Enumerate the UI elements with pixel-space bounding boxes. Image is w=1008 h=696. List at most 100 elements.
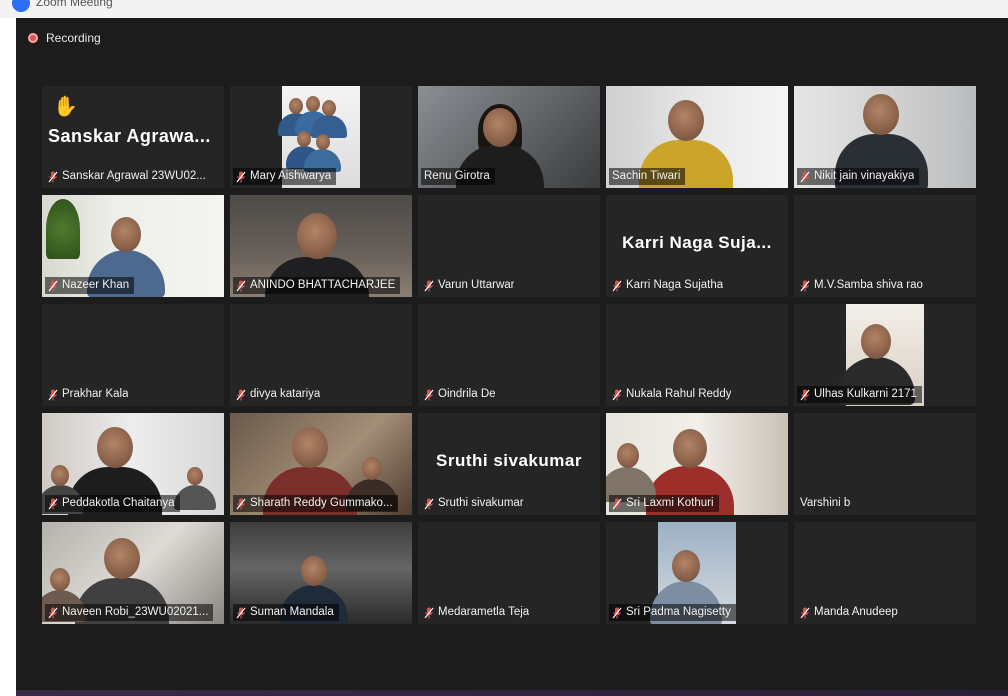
participant-name-label: Naveen Robi_23WU02021...: [45, 604, 214, 621]
participant-name-label: Oindrila De: [421, 386, 501, 403]
participant-name: M.V.Samba shiva rao: [814, 279, 923, 291]
participant-tile-mary-aishwarya[interactable]: Mary Aishwarya: [230, 86, 412, 188]
recording-label: Recording: [46, 31, 101, 45]
participant-tile-ulhas-kulkarni-2171[interactable]: Ulhas Kulkarni 2171: [794, 304, 976, 406]
mic-muted-icon: [612, 389, 622, 401]
participant-name: Nukala Rahul Reddy: [626, 388, 732, 400]
participant-name-label: Nukala Rahul Reddy: [609, 386, 736, 403]
mic-muted-icon: [612, 498, 622, 510]
participant-name-label: Ulhas Kulkarni 2171: [797, 386, 922, 403]
participant-name-label: Suman Mandala: [233, 604, 339, 621]
participant-name: Sharath Reddy Gummako...: [250, 497, 393, 509]
raised-hand-icon: ✋: [53, 96, 78, 118]
mic-muted-icon: [48, 171, 58, 183]
participant-name: Ulhas Kulkarni 2171: [814, 388, 917, 400]
participant-name-label: Karri Naga Sujatha: [609, 277, 728, 294]
participant-name-label: ANINDO BHATTACHARJEE: [233, 277, 401, 294]
participant-tile-prakhar-kala[interactable]: Prakhar Kala: [42, 304, 224, 406]
participant-tile-sri-laxmi-kothuri[interactable]: Sri Laxmi Kothuri: [606, 413, 788, 515]
participant-name: Varun Uttarwar: [438, 279, 515, 291]
participant-tile-sruthi-sivakumar[interactable]: Sruthi sivakumar Sruthi sivakumar: [418, 413, 600, 515]
participant-tile-varshini-b[interactable]: Varshini b: [794, 413, 976, 515]
mic-muted-icon: [800, 171, 810, 183]
mic-muted-icon: [236, 389, 246, 401]
mic-muted-icon: [424, 498, 434, 510]
participant-tile-peddakotla-chaitanya[interactable]: Peddakotla Chaitanya: [42, 413, 224, 515]
mic-muted-icon: [236, 171, 246, 183]
participant-name: Oindrila De: [438, 388, 496, 400]
mic-muted-icon: [424, 607, 434, 619]
gallery-view: ✋ Sanskar Agrawa... Sanskar Agrawal 23WU02…: [42, 86, 976, 624]
participant-tile-medarametla-teja[interactable]: Medarametla Teja: [418, 522, 600, 624]
toolbar-edge: [16, 690, 1008, 696]
mic-muted-icon: [800, 389, 810, 401]
participant-name: Mary Aishwarya: [250, 170, 332, 182]
participant-name: Medarametla Teja: [438, 606, 530, 618]
participant-name: Renu Girotra: [424, 170, 490, 182]
mic-muted-icon: [612, 607, 622, 619]
participant-name: Sachin Tiwari: [612, 170, 681, 182]
participant-name-label: Medarametla Teja: [421, 604, 534, 621]
participant-name-label: Nikit jain vinayakiya: [797, 168, 920, 185]
participant-tile-anindo-bhattacharjee[interactable]: ANINDO BHATTACHARJEE: [230, 195, 412, 297]
participant-tile-nukala-rahul-reddy[interactable]: Nukala Rahul Reddy: [606, 304, 788, 406]
participant-name: Karri Naga Sujatha: [626, 279, 724, 291]
participant-name: Nikit jain vinayakiya: [814, 170, 915, 182]
participant-tile-renu-girotra[interactable]: Renu Girotra: [418, 86, 600, 188]
participant-name-label: Sri Padma Nagisetty: [609, 604, 736, 621]
participant-name: Prakhar Kala: [62, 388, 129, 400]
mic-muted-icon: [48, 498, 58, 510]
participant-tile-sri-padma-nagisetty[interactable]: Sri Padma Nagisetty: [606, 522, 788, 624]
window-titlebar: Zoom Meeting: [0, 0, 1008, 18]
participant-tile-nazeer-khan[interactable]: Nazeer Khan: [42, 195, 224, 297]
participant-display-name: Karri Naga Suja...: [622, 233, 772, 252]
mic-muted-icon: [612, 280, 622, 292]
participant-name: Varshini b: [800, 497, 851, 509]
mic-muted-icon: [236, 498, 246, 510]
participant-name: Sri Padma Nagisetty: [626, 606, 731, 618]
participant-tile-manda-anudeep[interactable]: Manda Anudeep: [794, 522, 976, 624]
participant-name-label: Sharath Reddy Gummako...: [233, 495, 398, 512]
participant-name-label: Renu Girotra: [421, 168, 495, 185]
recording-indicator[interactable]: Recording: [28, 31, 101, 45]
mic-muted-icon: [48, 280, 58, 292]
participant-name: divya katariya: [250, 388, 321, 400]
participant-name: ANINDO BHATTACHARJEE: [250, 279, 396, 291]
participant-tile-naveen-robi-23wu02021[interactable]: Naveen Robi_23WU02021...: [42, 522, 224, 624]
participant-tile-varun-uttarwar[interactable]: Varun Uttarwar: [418, 195, 600, 297]
participant-name-label: Nazeer Khan: [45, 277, 135, 294]
window-title: Zoom Meeting: [36, 0, 113, 9]
mic-muted-icon: [800, 280, 810, 292]
zoom-logo-icon: [12, 0, 30, 12]
participant-tile-sachin-tiwari[interactable]: Sachin Tiwari: [606, 86, 788, 188]
participant-tile-divya-katariya[interactable]: divya katariya: [230, 304, 412, 406]
participant-name: Peddakotla Chaitanya: [62, 497, 175, 509]
meeting-window: Recording ✋ Sanskar Agrawa... Sanskar Agra…: [16, 18, 1008, 696]
participant-tile-oindrila-de[interactable]: Oindrila De: [418, 304, 600, 406]
mic-muted-icon: [48, 607, 58, 619]
participant-name-label: Sri Laxmi Kothuri: [609, 495, 719, 512]
participant-name-label: Sanskar Agrawal 23WU02...: [45, 168, 211, 185]
mic-muted-icon: [236, 607, 246, 619]
participant-name-label: Peddakotla Chaitanya: [45, 495, 180, 512]
participant-name-label: Manda Anudeep: [797, 604, 903, 621]
mic-muted-icon: [800, 607, 810, 619]
mic-muted-icon: [424, 389, 434, 401]
participant-name: Sanskar Agrawal 23WU02...: [62, 170, 206, 182]
participant-name: Sri Laxmi Kothuri: [626, 497, 714, 509]
participant-name-label: Sruthi sivakumar: [421, 495, 529, 512]
participant-name-label: M.V.Samba shiva rao: [797, 277, 928, 294]
participant-name-label: Mary Aishwarya: [233, 168, 337, 185]
participant-name: Naveen Robi_23WU02021...: [62, 606, 209, 618]
participant-name: Nazeer Khan: [62, 279, 130, 291]
participant-name: Manda Anudeep: [814, 606, 898, 618]
mic-muted-icon: [236, 280, 246, 292]
participant-tile-sanskar-agrawal-23wu02[interactable]: ✋ Sanskar Agrawa... Sanskar Agrawal 23WU02…: [42, 86, 224, 188]
participant-tile-m-v-samba-shiva-rao[interactable]: M.V.Samba shiva rao: [794, 195, 976, 297]
participant-tile-suman-mandala[interactable]: Suman Mandala: [230, 522, 412, 624]
participant-tile-nikit-jain-vinayakiya[interactable]: Nikit jain vinayakiya: [794, 86, 976, 188]
mic-muted-icon: [424, 280, 434, 292]
participant-name-label: Varun Uttarwar: [421, 277, 519, 294]
participant-tile-karri-naga-sujatha[interactable]: Karri Naga Suja... Karri Naga Sujatha: [606, 195, 788, 297]
participant-tile-sharath-reddy-gummako[interactable]: Sharath Reddy Gummako...: [230, 413, 412, 515]
